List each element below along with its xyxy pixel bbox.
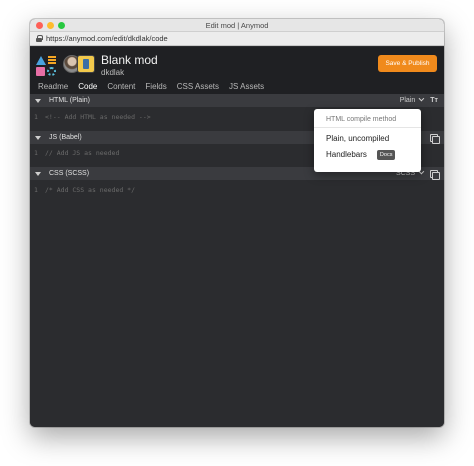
anymod-logo[interactable] xyxy=(36,56,56,76)
js-section-title: JS (Babel) xyxy=(49,134,82,141)
html-section-title: HTML (Plain) xyxy=(49,97,90,104)
lock-icon xyxy=(36,35,43,42)
tab-readme[interactable]: Readme xyxy=(38,80,68,94)
chevron-down-icon xyxy=(418,95,425,102)
tab-code[interactable]: Code xyxy=(78,80,97,94)
html-code-line[interactable]: <!-- Add HTML as needed --> xyxy=(45,113,151,121)
css-code-line[interactable]: /* Add CSS as needed */ xyxy=(45,186,135,194)
tab-bar: Readme Code Content Fields CSS Assets JS… xyxy=(30,80,444,94)
browser-window: Edit mod | Anymod https://anymod.com/edi… xyxy=(30,19,444,427)
url-text[interactable]: https://anymod.com/edit/dkdlak/code xyxy=(46,34,168,43)
line-number: 1 xyxy=(34,113,38,121)
html-section-header[interactable]: HTML (Plain) Plain Tт xyxy=(30,94,444,107)
tab-content[interactable]: Content xyxy=(107,80,135,94)
address-bar[interactable]: https://anymod.com/edit/dkdlak/code xyxy=(30,32,444,46)
copy-icon[interactable] xyxy=(430,169,440,180)
mod-header: Blank mod dkdlak Save & Publish Readme C… xyxy=(30,47,444,94)
option-handlebars[interactable]: Handlebars Docs xyxy=(314,147,421,163)
line-number: 1 xyxy=(34,186,38,194)
caret-down-icon[interactable] xyxy=(35,171,41,176)
js-code-line[interactable]: // Add JS as needed xyxy=(45,149,119,157)
app: Blank mod dkdlak Save & Publish Readme C… xyxy=(30,47,444,427)
mod-username: dkdlak xyxy=(101,68,125,77)
caret-down-icon[interactable] xyxy=(35,98,41,103)
dropdown-heading: HTML compile method xyxy=(314,109,421,128)
caret-down-icon[interactable] xyxy=(35,135,41,140)
html-compile-dropdown: HTML compile method Plain, uncompiled Ha… xyxy=(314,109,421,172)
save-publish-button[interactable]: Save & Publish xyxy=(378,55,437,72)
mod-thumbnail[interactable] xyxy=(77,55,95,73)
css-section-title: CSS (SCSS) xyxy=(49,170,90,177)
css-editor[interactable]: 1 /* Add CSS as needed */ xyxy=(30,180,444,395)
copy-icon[interactable] xyxy=(430,133,440,144)
option-plain-uncompiled[interactable]: Plain, uncompiled xyxy=(314,131,421,147)
tab-js-assets[interactable]: JS Assets xyxy=(229,80,264,94)
line-number: 1 xyxy=(34,149,38,157)
mod-title[interactable]: Blank mod xyxy=(101,53,158,67)
tab-fields[interactable]: Fields xyxy=(145,80,166,94)
text-format-icon[interactable]: Tт xyxy=(430,97,438,104)
title-bar: Edit mod | Anymod xyxy=(30,19,444,32)
docs-badge[interactable]: Docs xyxy=(376,150,396,160)
window-title: Edit mod | Anymod xyxy=(205,21,269,30)
html-mode-select[interactable]: Plain xyxy=(400,95,425,104)
tab-css-assets[interactable]: CSS Assets xyxy=(177,80,219,94)
